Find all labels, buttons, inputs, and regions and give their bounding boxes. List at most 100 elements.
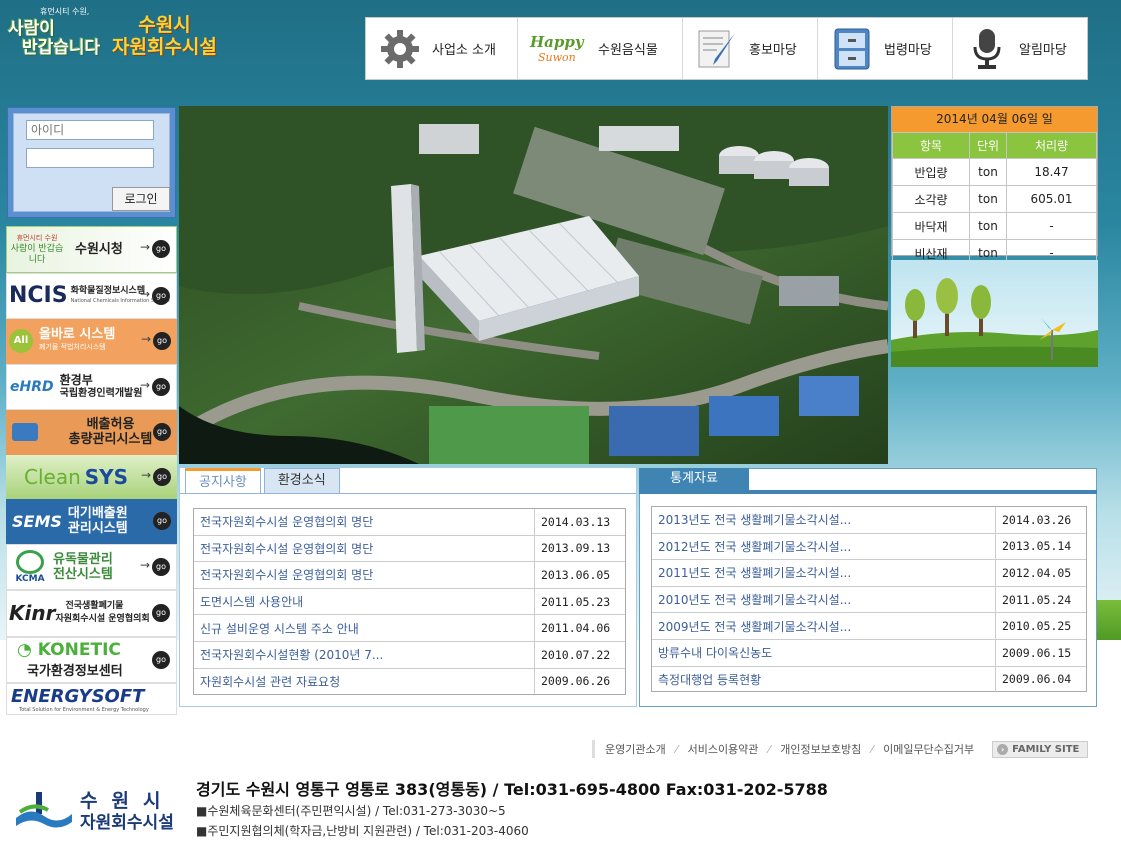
stats-cell: 반입량 (892, 158, 970, 186)
notice-link[interactable]: 전국자원회수시설 운영협의회 명단 (200, 568, 373, 582)
stats-row: 소각량 ton 605.01 (892, 185, 1097, 213)
logo-slogan: 사람이 반갑습니다 (8, 20, 100, 58)
cannon-icon (12, 423, 38, 442)
nav-label: 사업소 소개 (432, 43, 496, 58)
notice-link[interactable]: 전국자원회수시설현황 (2010년 7... (200, 648, 383, 662)
logo-slogan-line1: 사람이 (8, 19, 55, 39)
statistics-link[interactable]: 2010년도 전국 생활폐기물소각시설... (658, 593, 851, 607)
notice-date: 2013.06.05 (534, 561, 625, 589)
nav-item-food[interactable]: Happy Suwon 수원음식물 (518, 18, 683, 79)
statistics-list: 2013년도 전국 생활폐기물소각시설... 2014.03.26 2012년도 … (651, 506, 1087, 693)
list-item: 2011년도 전국 생활폐기물소각시설... 2012.04.05 (652, 559, 1086, 587)
list-item: 전국자원회수시설 운영협의회 명단 2013.09.13 (194, 535, 625, 563)
go-icon: go (152, 557, 170, 576)
notice-link[interactable]: 도면시스템 사용안내 (200, 595, 303, 609)
footer-sub-address-1: ■수원체육문화센터(주민편익시설) / Tel:031-273-3030~5 (196, 804, 506, 818)
banner-logo-text: 사람이 반갑습니다 (10, 243, 64, 265)
banner-energysoft[interactable]: ENERGYSOFT Total Solution for Environmen… (6, 683, 177, 715)
list-item: 신규 설비운영 시스템 주소 안내 2011.04.06 (194, 614, 625, 642)
list-item: 전국자원회수시설 운영협의회 명단 2014.03.13 (194, 509, 625, 536)
banner-ehrd[interactable]: eHRD 환경부 국립환경인력개발원 → go (6, 363, 177, 410)
statistics-title[interactable]: 통계자료 (639, 468, 749, 490)
banner-emission[interactable]: 배출허용 총량관리시스템 go (6, 410, 177, 455)
notice-table: 전국자원회수시설 운영협의회 명단 2014.03.13 전국자원회수시설 운영협… (194, 509, 625, 695)
logo-org-title: 수원시 자원회수시설 (112, 14, 217, 58)
stats-table: 항목 단위 처리량 반입량 ton 18.47 소각량 ton 605.01 바… (892, 132, 1097, 267)
trees-illustration (891, 260, 1098, 367)
go-icon: go (152, 604, 170, 622)
statistics-date: 2013.05.14 (995, 533, 1086, 561)
statistics-link[interactable]: 2009년도 전국 생활폐기물소각시설... (658, 620, 851, 634)
login-button[interactable]: 로그인 (112, 187, 170, 211)
notice-date: 2010.07.22 (534, 641, 625, 669)
footer-link-email[interactable]: 이메일무단수집거부 (873, 741, 984, 757)
notice-link[interactable]: 전국자원회수시설 운영협의회 명단 (200, 542, 373, 556)
banner-cleansys[interactable]: Clean SYS → go (6, 454, 177, 499)
footer-link-privacy[interactable]: 개인정보보호방침 (770, 741, 871, 757)
notice-link[interactable]: 자원회수시설 관련 자료요청 (200, 675, 340, 689)
statistics-link[interactable]: 방류수내 다이옥신농도 (658, 646, 772, 660)
nav-item-law[interactable]: 법령마당 (818, 18, 953, 79)
notice-date: 2011.05.23 (534, 588, 625, 616)
statistics-link[interactable]: 2011년도 전국 생활폐기물소각시설... (658, 566, 851, 580)
statistics-header-bar: 통계자료 (639, 468, 1097, 494)
banner-sems[interactable]: SEMS 대기배출원 관리시스템 go (6, 499, 177, 544)
logo-slogan-line2: 반갑습니다 (22, 38, 101, 58)
banner-text: 국가환경정보센터 (27, 664, 123, 680)
stats-cell: ton (969, 158, 1007, 186)
banner-allbaro[interactable]: All 올바로 시스템 폐기물 적법처리시스템 → go (6, 319, 177, 364)
nav-label: 수원음식물 (598, 43, 658, 58)
arrow-icon: → (139, 286, 150, 301)
chevron-right-icon: › (997, 743, 1009, 755)
statistics-link[interactable]: 2013년도 전국 생활폐기물소각시설... (658, 513, 851, 527)
nav-item-notice[interactable]: 알림마당 (953, 18, 1087, 79)
banner-small-text: Total Solution for Environment & Energy … (19, 706, 149, 713)
statistics-date: 2012.04.05 (995, 559, 1086, 587)
tab-notice[interactable]: 공지사항 (185, 468, 261, 493)
footer-link-terms[interactable]: 서비스이용약관 (678, 741, 769, 757)
tab-env-news[interactable]: 환경소식 (263, 468, 340, 493)
stats-header: 처리량 (1006, 132, 1097, 159)
banner-logo-text: Kinr (9, 601, 56, 626)
banner-logo: 휴먼시티 수원 사람이 반갑습니다 (7, 233, 67, 266)
banner-ncis[interactable]: NCIS 화학물질정보시스템 National Chemicals Inform… (6, 272, 177, 319)
happy-suwon-word1: Happy (530, 33, 584, 51)
statistics-link[interactable]: 2012년도 전국 생활폐기물소각시설... (658, 540, 851, 554)
statistics-date: 2014.03.26 (995, 507, 1086, 534)
banner-konetic[interactable]: ◔ KONETIC 국가환경정보센터 go (6, 636, 177, 683)
banner-suwon-city[interactable]: 휴먼시티 수원 사람이 반갑습니다 수원시청 → go (6, 226, 177, 273)
daily-stats-panel: 2014년 04월 06일 일 항목 단위 처리량 반입량 ton 18.47 … (891, 106, 1098, 267)
stats-date: 2014년 04월 06일 일 (892, 107, 1097, 132)
banner-kcma[interactable]: KCMA 유독물관리 전산시스템 → go (6, 543, 177, 590)
banner-text: Clean (24, 464, 81, 489)
banner-small-text: 휴먼시티 수원 (16, 233, 58, 242)
notice-link[interactable]: 전국자원회수시설 운영협의회 명단 (200, 515, 373, 529)
family-site-select[interactable]: › FAMILY SITE (992, 740, 1089, 758)
banner-kinr[interactable]: Kinr 전국생활폐기물 자원회수시설 운영협의회 go (6, 590, 177, 637)
notice-link[interactable]: 신규 설비운영 시스템 주소 안내 (200, 622, 359, 636)
logo-city-small: 휴먼시티 수원, (40, 7, 90, 16)
arrow-icon: → (139, 377, 150, 392)
facility-logo-icon (16, 792, 72, 828)
notice-tabs: 공지사항 환경소식 (185, 468, 343, 493)
nav-item-intro[interactable]: 사업소 소개 (366, 18, 518, 79)
nav-item-promo[interactable]: 홍보마당 (683, 18, 818, 79)
user-id-input[interactable] (26, 120, 154, 140)
nav-label: 알림마당 (1019, 43, 1067, 58)
password-input[interactable] (26, 148, 154, 168)
statistics-link[interactable]: 측정대행업 등록현황 (658, 673, 761, 687)
top-navigation: 사업소 소개 Happy Suwon 수원음식물 홍보마당 법령마당 알림마당 (365, 17, 1088, 80)
site-logo[interactable]: 휴먼시티 수원, 사람이 반갑습니다 수원시 자원회수시설 (6, 4, 221, 74)
go-icon: go (153, 512, 171, 530)
go-icon: go (152, 377, 170, 396)
list-item: 측정대행업 등록현황 2009.06.04 (652, 666, 1086, 693)
go-icon: go (152, 240, 170, 258)
nav-label: 법령마당 (884, 43, 932, 58)
arrow-icon: → (140, 467, 151, 482)
stats-row: 반입량 ton 18.47 (892, 158, 1097, 186)
footer-link-org[interactable]: 운영기관소개 (595, 741, 676, 757)
list-item: 2010년도 전국 생활폐기물소각시설... 2011.05.24 (652, 586, 1086, 614)
logo-org-line1: 수원시 (138, 14, 191, 36)
notice-date: 2013.09.13 (534, 535, 625, 563)
go-icon: go (153, 423, 171, 441)
